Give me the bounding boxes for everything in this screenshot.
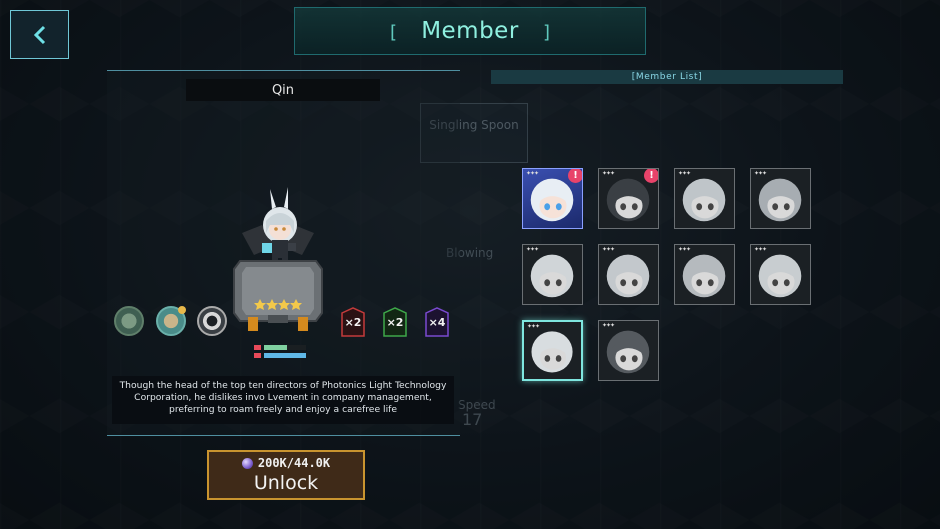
- page-title: Member: [421, 18, 519, 44]
- rarity-stars: ✦✦✦: [678, 170, 691, 177]
- portrait-face-icon: [606, 254, 650, 298]
- stat-bar: [264, 345, 306, 350]
- portrait-face-icon: [682, 178, 726, 222]
- fragment-badge-green: ×2: [381, 306, 409, 338]
- rarity-stars: ✦✦✦: [526, 170, 539, 177]
- unlock-button[interactable]: 200K/44.0K Unlock: [207, 450, 365, 500]
- member-portrait[interactable]: ✦✦✦: [750, 244, 811, 305]
- bracket-right-icon: ]: [542, 22, 550, 43]
- member-portrait[interactable]: ✦✦✦!: [598, 168, 659, 229]
- page-header: [ Member ]: [294, 7, 646, 55]
- rarity-stars: ✦✦✦: [754, 170, 767, 177]
- rarity-stars: ✦✦✦: [754, 246, 767, 253]
- portrait-face-icon: [758, 254, 802, 298]
- member-portrait[interactable]: ✦✦✦: [674, 168, 735, 229]
- background-label: 17: [462, 410, 483, 429]
- stat-bar-fill: [264, 345, 288, 350]
- rarity-plate: [233, 260, 323, 331]
- target-skill-icon[interactable]: [197, 306, 227, 336]
- badge-count: ×2: [344, 315, 362, 329]
- member-portrait[interactable]: ✦✦✦: [750, 168, 811, 229]
- badge-count: ×4: [428, 315, 446, 329]
- member-portrait[interactable]: ✦✦✦: [598, 320, 659, 381]
- stat-bar-fill: [264, 353, 306, 358]
- skill-icon[interactable]: [114, 306, 144, 336]
- alert-badge: !: [644, 169, 658, 183]
- rarity-stars: ✦✦✦: [602, 246, 615, 253]
- rarity-stars: ✦✦✦: [602, 322, 615, 329]
- member-portrait[interactable]: ✦✦✦: [674, 244, 735, 305]
- back-button[interactable]: [10, 10, 69, 59]
- gem-icon: [241, 457, 253, 469]
- stat-bar: [264, 353, 306, 358]
- stat-bars: [254, 345, 308, 361]
- portrait-face-icon: [758, 178, 802, 222]
- chevron-left-icon: [33, 25, 45, 44]
- rarity-stars: ✦✦✦: [602, 170, 615, 177]
- member-portrait[interactable]: ✦✦✦: [598, 244, 659, 305]
- notification-dot: [178, 306, 186, 314]
- divider: [107, 70, 460, 71]
- fragment-badge-red: ×2: [339, 306, 367, 338]
- divider: [107, 435, 460, 436]
- member-list-header: [Member List]: [491, 70, 843, 84]
- rarity-stars: ✦✦✦: [526, 246, 539, 253]
- skill-icon[interactable]: [156, 306, 186, 336]
- bracket-left-icon: [: [390, 22, 398, 43]
- unlock-cost-value: 200K/44.0K: [257, 456, 331, 470]
- portrait-face-icon: [530, 254, 574, 298]
- member-portrait[interactable]: ✦✦✦: [522, 244, 583, 305]
- character-name: Qin: [271, 82, 295, 98]
- portrait-face-icon: [606, 330, 650, 374]
- unlock-cost: 200K/44.0K: [241, 456, 331, 470]
- portrait-face-icon: [682, 254, 726, 298]
- character-description: Though the head of the top ten directors…: [112, 376, 454, 424]
- unlock-label: Unlock: [253, 472, 319, 494]
- badge-count: ×2: [386, 315, 404, 329]
- alert-badge: !: [568, 169, 582, 183]
- portrait-face-icon: [531, 331, 573, 373]
- character-name-bar: Qin: [186, 79, 380, 101]
- member-portrait[interactable]: ✦✦✦!: [522, 168, 583, 229]
- member-portrait[interactable]: ✦✦✦: [522, 320, 583, 381]
- rarity-stars: ✦✦✦: [678, 246, 691, 253]
- member-list-title: [Member List]: [631, 72, 703, 82]
- fragment-badge-purple: ×4: [423, 306, 451, 338]
- heart-icon: [254, 345, 261, 350]
- sword-icon: [254, 353, 261, 358]
- rarity-stars: ✦✦✦: [527, 323, 540, 330]
